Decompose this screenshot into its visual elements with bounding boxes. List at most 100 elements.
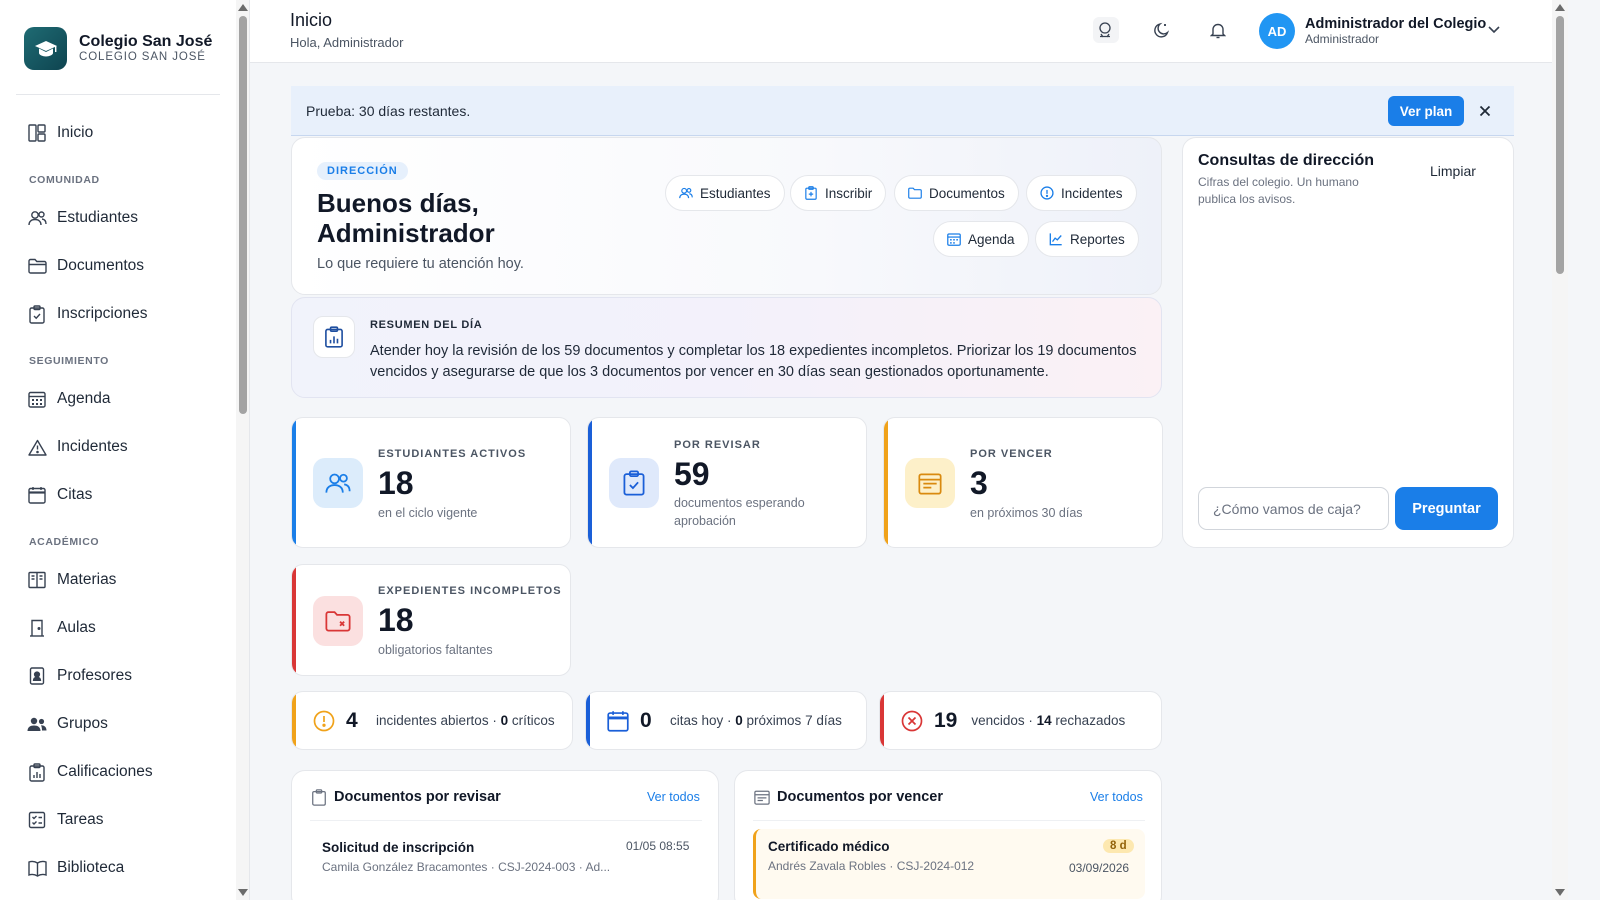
accent-bar: [292, 692, 296, 749]
stat-card-expiring[interactable]: POR VENCER 3 en próximos 30 días: [883, 417, 1163, 548]
user-role: Administrador: [1305, 32, 1380, 46]
accent-bar: [586, 692, 590, 749]
accent-bar: [588, 418, 592, 547]
view-plan-button[interactable]: Ver plan: [1388, 96, 1464, 126]
scroll-down-arrow[interactable]: [1555, 889, 1565, 896]
sidebar-item-label: Inscripciones: [57, 305, 148, 322]
x-circle-icon: [900, 709, 924, 733]
stat-card-incomplete-files[interactable]: EXPEDIENTES INCOMPLETOS 18 obligatorios …: [291, 564, 571, 676]
sidebar-scrollbar[interactable]: [236, 0, 250, 900]
calendar-icon: [27, 485, 47, 505]
document-item-title[interactable]: Solicitud de inscripción: [322, 840, 474, 855]
sidebar-item-agenda[interactable]: Agenda: [16, 380, 220, 418]
document-item-subtitle: Camila González Bracamontes · CSJ-2024-0…: [322, 860, 611, 874]
sidebar-item-incidentes[interactable]: Incidentes: [16, 428, 220, 466]
sidebar-item-profesores[interactable]: Profesores: [16, 657, 220, 695]
sidebar-item-label: Estudiantes: [57, 209, 138, 226]
daily-summary-card: RESUMEN DEL DÍA Atender hoy la revisión …: [291, 297, 1162, 398]
stat-card-active-students[interactable]: ESTUDIANTES ACTIVOS 18 en el ciclo vigen…: [291, 417, 571, 548]
stat-card-to-review[interactable]: POR REVISAR 59 documentos esperando apro…: [587, 417, 867, 548]
accessibility-toggle-button[interactable]: [1093, 17, 1119, 43]
quick-action-inscribir[interactable]: Inscribir: [790, 175, 887, 211]
mini-stat-value: 19: [934, 708, 958, 732]
calendar-list-icon: [754, 789, 770, 805]
sidebar-item-tareas[interactable]: Tareas: [16, 801, 220, 839]
quick-action-estudiantes[interactable]: Estudiantes: [665, 175, 785, 211]
calendar-grid-icon: [947, 232, 961, 246]
sidebar-item-estudiantes[interactable]: Estudiantes: [16, 199, 220, 237]
scroll-up-arrow[interactable]: [238, 4, 248, 11]
sidebar-item-documentos[interactable]: Documentos: [16, 247, 220, 285]
sidebar-item-label: Agenda: [57, 390, 111, 407]
expiring-item-row[interactable]: Certificado médico Andrés Zavala Robles …: [753, 829, 1145, 899]
view-all-link[interactable]: Ver todos: [1090, 790, 1143, 804]
mini-stat-text: citas hoy · 0 próximos 7 días: [670, 713, 842, 728]
sidebar-item-citas[interactable]: Citas: [16, 476, 220, 514]
sidebar-item-calificaciones[interactable]: Calificaciones: [16, 753, 220, 791]
avatar[interactable]: AD: [1259, 13, 1295, 49]
stat-note: documentos esperando aprobación: [674, 496, 805, 528]
view-all-link[interactable]: Ver todos: [647, 790, 700, 804]
sidebar-item-inicio[interactable]: Inicio: [16, 114, 220, 152]
accent-bar: [884, 418, 888, 547]
stat-note: en próximos 30 días: [970, 506, 1083, 520]
accessibility-icon: [1099, 22, 1111, 38]
days-remaining-badge: 8 d: [1103, 839, 1134, 853]
quick-action-documentos[interactable]: Documentos: [894, 175, 1019, 211]
quick-action-label: Reportes: [1070, 231, 1125, 247]
section-seguimiento: SEGUIMIENTO: [29, 355, 109, 367]
task-icon: [27, 810, 47, 830]
scroll-up-arrow[interactable]: [1555, 4, 1565, 11]
library-icon: [27, 858, 47, 878]
user-name[interactable]: Administrador del Colegio: [1305, 16, 1486, 32]
quick-action-label: Agenda: [968, 231, 1015, 247]
stat-note: en el ciclo vigente: [378, 506, 478, 520]
notifications-button[interactable]: [1205, 17, 1231, 43]
quick-action-label: Incidentes: [1061, 185, 1123, 201]
mini-stat-incidents[interactable]: 4 incidentes abiertos · 0 críticos: [291, 691, 573, 750]
question-input[interactable]: [1198, 487, 1389, 530]
quick-action-reportes[interactable]: Reportes: [1035, 221, 1139, 257]
sidebar-item-aulas[interactable]: Aulas: [16, 609, 220, 647]
sidebar-item-label: Materias: [57, 571, 117, 588]
sidebar-item-inscripciones[interactable]: Inscripciones: [16, 295, 220, 333]
bell-icon: [1210, 23, 1226, 38]
document-item-title: Certificado médico: [768, 839, 890, 854]
theme-toggle-button[interactable]: [1148, 17, 1174, 43]
quick-action-incidentes[interactable]: Incidentes: [1026, 175, 1137, 211]
sidebar: Colegio San José COLEGIO SAN JOSÉ Inicio…: [0, 0, 236, 900]
expiry-date: 03/09/2026: [1069, 861, 1130, 875]
sidebar-item-grupos[interactable]: Grupos: [16, 705, 220, 743]
role-badge: DIRECCIÓN: [317, 162, 408, 180]
scrollbar-thumb[interactable]: [1556, 16, 1564, 274]
sidebar-item-biblioteca[interactable]: Biblioteca: [16, 849, 220, 887]
quick-action-agenda[interactable]: Agenda: [933, 221, 1029, 257]
alert-circle-icon: [1040, 186, 1054, 200]
divider: [310, 820, 702, 821]
mini-stat-expired[interactable]: 19 vencidos · 14 rechazados: [879, 691, 1162, 750]
clear-button[interactable]: Limpiar: [1430, 163, 1476, 179]
warning-icon: [27, 437, 47, 457]
sidebar-divider: [16, 94, 220, 95]
stat-value: 18: [378, 602, 414, 638]
scroll-down-arrow[interactable]: [238, 889, 248, 896]
greeting-title: Buenos días, Administrador: [317, 188, 495, 248]
sidebar-item-label: Incidentes: [57, 438, 128, 455]
school-logo: [24, 27, 67, 70]
close-icon[interactable]: [1476, 102, 1494, 120]
mini-stat-value: 4: [346, 708, 358, 732]
accent-bar: [880, 692, 884, 749]
chevron-down-icon[interactable]: [1484, 19, 1504, 39]
page-title: Inicio: [290, 10, 333, 30]
sidebar-item-materias[interactable]: Materias: [16, 561, 220, 599]
ask-button[interactable]: Preguntar: [1395, 487, 1498, 530]
stat-label: POR VENCER: [970, 448, 1053, 460]
alert-octagon-icon: [312, 709, 336, 733]
mini-stat-appointments[interactable]: 0 citas hoy · 0 próximos 7 días: [585, 691, 867, 750]
consultas-subtitle: Cifras del colegio. Un humano publica lo…: [1198, 175, 1359, 206]
accent-bar: [292, 418, 296, 547]
card-title: Documentos por vencer: [777, 789, 943, 805]
page-scrollbar[interactable]: [1552, 0, 1568, 900]
clipboard-add-icon: [804, 186, 818, 200]
scrollbar-thumb[interactable]: [239, 16, 247, 414]
